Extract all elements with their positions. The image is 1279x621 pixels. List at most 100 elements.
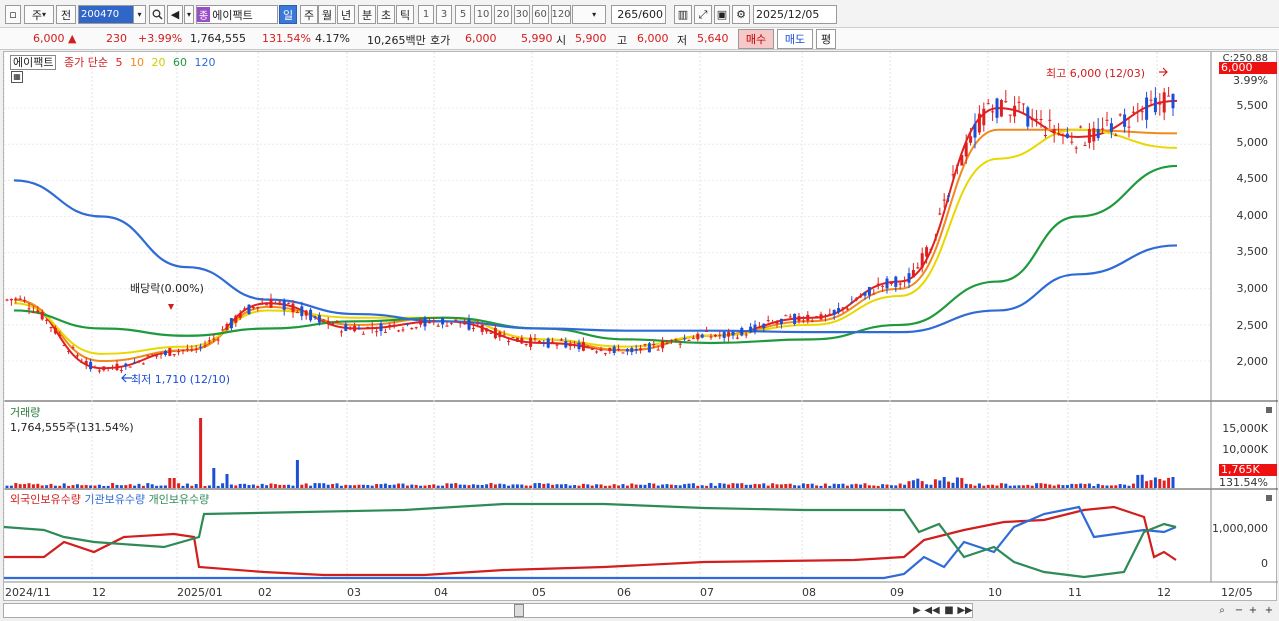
- chart-canvas[interactable]: [4, 52, 1278, 602]
- period-tab[interactable]: 일: [279, 5, 297, 24]
- volume-bar: [828, 485, 832, 488]
- low-label: 저: [677, 34, 688, 47]
- volume-bar: [652, 483, 656, 488]
- rewind-icon[interactable]: ◀◀: [924, 603, 939, 618]
- candle-body: [775, 322, 779, 324]
- volume-bar: [480, 484, 484, 488]
- volume-bar: [331, 484, 335, 488]
- avg-button[interactable]: 평: [816, 29, 836, 49]
- candle-body: [894, 276, 898, 287]
- volume-bar: [841, 483, 845, 488]
- y-tick: 5,500: [1236, 99, 1269, 112]
- volume-bar: [608, 485, 612, 488]
- forward-icon[interactable]: ▶▶: [957, 603, 972, 618]
- candle-body: [1158, 102, 1162, 105]
- candle-body: [784, 315, 788, 317]
- candle-body: [625, 348, 629, 352]
- volume-bar: [366, 485, 370, 488]
- x-axis-label: 12/05: [1221, 586, 1253, 599]
- buy-button[interactable]: 매수: [738, 29, 774, 49]
- period-tab[interactable]: 초: [377, 5, 395, 24]
- volume-bar: [797, 485, 801, 488]
- count-input[interactable]: 265/600: [611, 5, 666, 24]
- interval-button[interactable]: 1: [418, 5, 434, 24]
- interval-button[interactable]: 30: [514, 5, 530, 24]
- prev-button[interactable]: 전: [56, 5, 76, 24]
- period-tab[interactable]: 년: [337, 5, 355, 24]
- candle-body: [872, 293, 876, 295]
- volume-bar: [265, 485, 269, 488]
- volume-bar: [251, 484, 255, 488]
- candle-body: [969, 136, 973, 143]
- speaker-dropdown-icon[interactable]: ▾: [184, 5, 194, 24]
- candle-body: [313, 316, 317, 318]
- volume-ratio: 131.54%: [262, 32, 311, 45]
- period-tab[interactable]: 주: [300, 5, 318, 24]
- candle-body: [221, 329, 225, 331]
- high-arrow-icon: [1159, 67, 1168, 77]
- period-tab[interactable]: 분: [358, 5, 376, 24]
- date-input[interactable]: 2025/12/05: [753, 5, 837, 24]
- interval-dropdown[interactable]: ▾: [572, 5, 606, 24]
- interval-button[interactable]: 3: [436, 5, 452, 24]
- plus-large-icon[interactable]: +: [1262, 603, 1276, 618]
- minus-icon[interactable]: −: [1232, 603, 1246, 618]
- interval-button[interactable]: 5: [455, 5, 471, 24]
- candle-body: [1087, 128, 1091, 143]
- zoom-icon[interactable]: ⌕: [1215, 603, 1229, 618]
- candle-body: [1109, 123, 1113, 133]
- search-icon[interactable]: [149, 5, 165, 24]
- volume-bar: [14, 483, 18, 488]
- volume-bar: [867, 485, 871, 488]
- volume-bar: [735, 483, 739, 488]
- candle-body: [62, 345, 66, 347]
- chart-area[interactable]: 에이팩트 종가 단순 5 10 20 60 120 ▦ 최고 6,000 (12…: [3, 51, 1278, 602]
- candle-body: [14, 298, 18, 300]
- horizontal-scrollbar[interactable]: [3, 603, 973, 618]
- candle-body: [1070, 141, 1074, 143]
- candle-body: [423, 317, 427, 327]
- sell-button[interactable]: 매도: [777, 29, 813, 49]
- window-icon[interactable]: ▫: [5, 5, 21, 24]
- code-dropdown-icon[interactable]: ▾: [133, 5, 146, 24]
- scroll-thumb[interactable]: [514, 604, 524, 617]
- legend-institution: 기관보유수량: [84, 493, 146, 506]
- candle-body: [80, 361, 84, 363]
- table-view-icon[interactable]: ▦: [11, 71, 23, 83]
- scroll-end-icon[interactable]: ▶: [910, 603, 924, 618]
- volume-bar: [669, 484, 673, 488]
- crosshair-icon[interactable]: ⤢: [694, 5, 712, 24]
- candle-body: [823, 315, 827, 317]
- interval-button[interactable]: 120: [551, 5, 571, 24]
- candle-body: [278, 301, 282, 303]
- volume-bar: [177, 483, 181, 488]
- volume-bar: [1162, 480, 1166, 488]
- volume-bar: [238, 483, 242, 488]
- candle-body: [348, 328, 352, 330]
- period-tab[interactable]: 월: [318, 5, 336, 24]
- stop-icon[interactable]: ■: [942, 603, 956, 618]
- candle-type-icon[interactable]: ▥: [674, 5, 692, 24]
- candle-body: [361, 333, 365, 335]
- interval-button[interactable]: 20: [494, 5, 512, 24]
- interval-button[interactable]: 60: [532, 5, 549, 24]
- market-type-select[interactable]: 주 ▾: [24, 5, 54, 24]
- plus-icon[interactable]: +: [1246, 603, 1260, 618]
- period-tab[interactable]: 틱: [396, 5, 414, 24]
- speaker-icon[interactable]: ◀: [167, 5, 183, 24]
- candle-body: [1083, 145, 1087, 147]
- interval-button[interactable]: 10: [474, 5, 492, 24]
- candle-body: [1079, 126, 1083, 128]
- stock-name-box[interactable]: 종 에이팩트: [196, 5, 278, 24]
- count-value: 265: [617, 8, 639, 21]
- candle-body: [1118, 114, 1122, 116]
- volume-bar: [172, 478, 176, 488]
- gear-icon[interactable]: ⚙: [732, 5, 750, 24]
- volume-bar: [185, 483, 189, 488]
- candle-body: [630, 348, 634, 353]
- candle-body: [476, 323, 480, 325]
- volume-bar: [392, 484, 396, 488]
- save-icon[interactable]: ▣: [714, 5, 730, 24]
- volume-bar: [845, 485, 849, 488]
- volume-bar: [859, 484, 863, 488]
